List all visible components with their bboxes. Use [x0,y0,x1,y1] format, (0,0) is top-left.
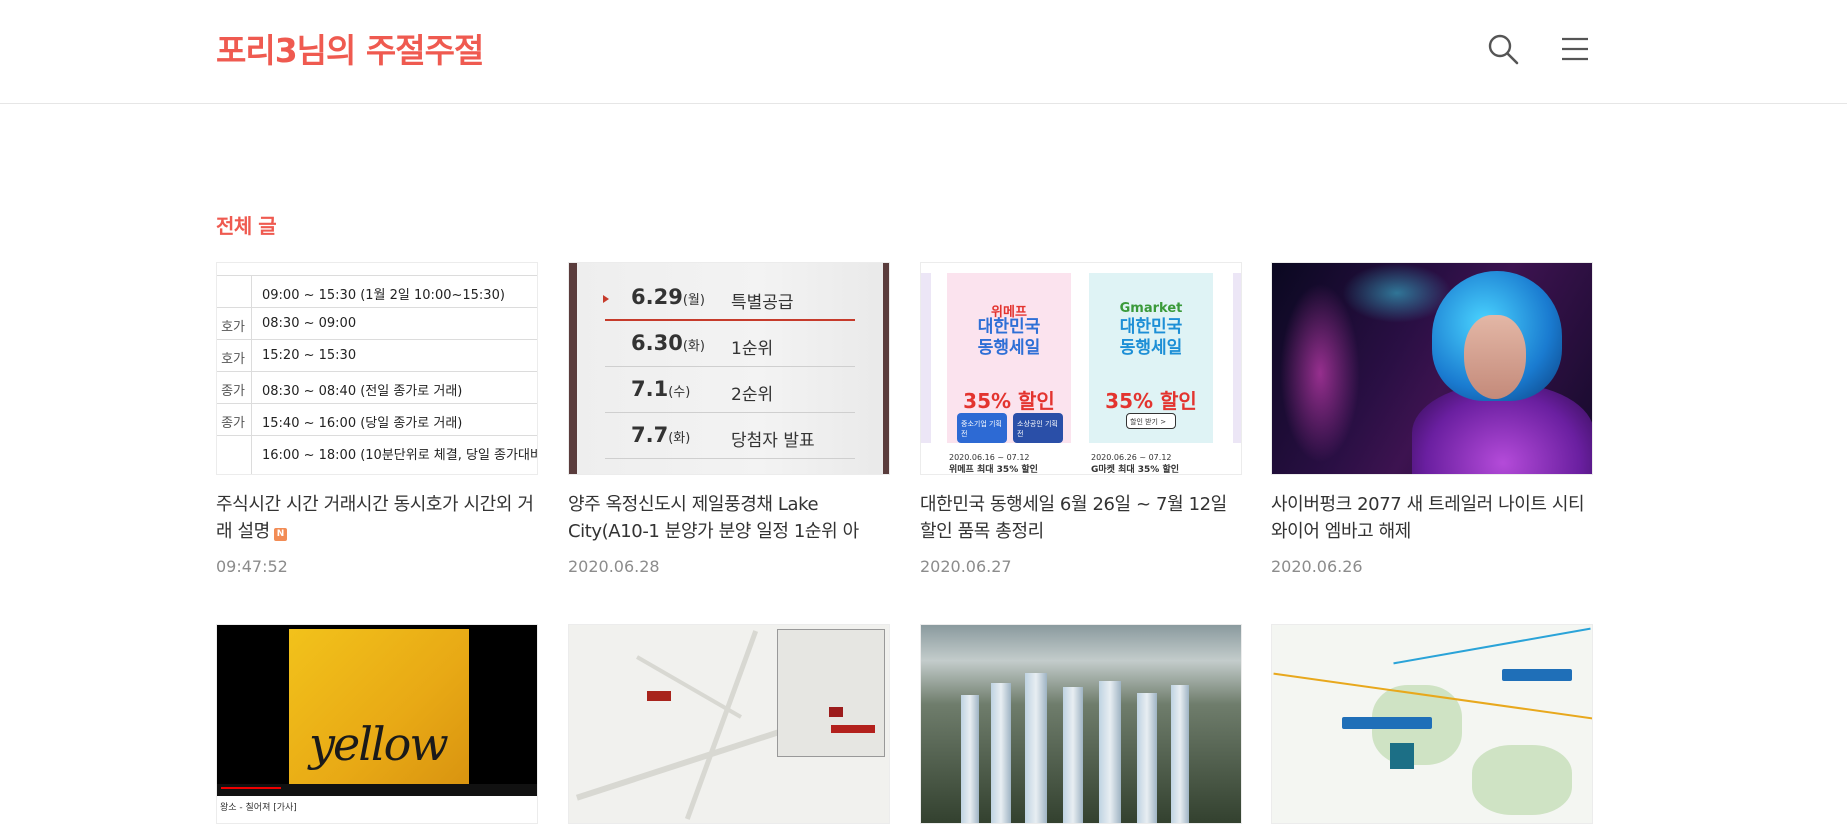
post-thumbnail[interactable]: 6.29(월) 특별공급 6.30(화) 1순위 7.1(수) 2순위 7.7(화) 당… [568,262,890,475]
post-card[interactable]: 6.29(월) 특별공급 6.30(화) 1순위 7.1(수) 2순위 7.7(화) 당… [568,262,890,576]
building [1025,673,1047,823]
table-row: 16:00 ~ 18:00 (10분단위로 체결, 당일 종가대비 [217,435,537,467]
site-logo[interactable]: 포리3님의 주절주절 [216,26,484,76]
post-title[interactable]: 주식시간 시간 거래시간 동시호가 시간외 거래 설명 N [216,491,538,545]
section-title: 전체 글 [216,214,277,238]
post-card[interactable]: 사이버펑크 2077 새 트레일러 나이트 시티 와이어 엠바고 해제 2020… [1271,262,1593,576]
poster-wemakeprice: 위메프 대한민국 동행세일 35% 할인 중소기업 기획전 소상공인 기획전 20… [947,273,1071,474]
table-row: 종가 08:30 ~ 08:40 (전일 종가로 거래) [217,371,537,403]
hamburger-menu-icon[interactable] [1558,32,1592,66]
post-thumbnail[interactable]: 위메프 대한민국 동행세일 35% 할인 중소기업 기획전 소상공인 기획전 20… [920,262,1242,475]
map-marker [647,691,671,701]
post-title[interactable]: 대한민국 동행세일 6월 26일 ~ 7월 12일 할인 품목 총정리 [920,491,1242,545]
post-card[interactable] [920,624,1242,824]
post-title[interactable]: 양주 옥정신도시 제일풍경채 Lake City(A10-1 분양가 분양 일정… [568,491,890,545]
post-thumbnail[interactable] [1271,624,1593,824]
table-row: 호가 08:30 ~ 09:00 [217,307,537,339]
site-header: 포리3님의 주절주절 [0,0,1847,104]
building [961,695,979,823]
table-row: 호가 15:20 ~ 15:30 [217,339,537,371]
table-row: 09:00 ~ 15:30 (1월 2일 10:00~15:30) [217,275,537,307]
poster-partial [921,273,931,443]
building [1063,687,1083,823]
post-card[interactable]: yellow 왕소 - 칠어져 [가사] [216,624,538,824]
table-row: 종가 15:40 ~ 16:00 (당일 종가로 거래) [217,403,537,435]
schedule-row: 7.1(수) 2순위 [605,367,855,413]
post-thumbnail[interactable] [568,624,890,824]
video-progress-bar [217,784,537,796]
poster-partial [1233,273,1241,443]
map-road [636,655,742,719]
schedule-row: 6.30(화) 1순위 [605,321,855,367]
new-badge: N [273,528,287,541]
post-card[interactable] [568,624,890,824]
building [1137,693,1157,823]
building [1099,681,1121,823]
poster-gmarket: Gmarket 대한민국 동행세일 35% 할인 할인 받기 > 2020.06.… [1089,273,1213,474]
album-title: yellow [309,717,449,771]
post-card[interactable]: 09:00 ~ 15:30 (1월 2일 10:00~15:30) 호가 08:3… [216,262,538,576]
map-label [1342,717,1432,729]
post-title[interactable]: 사이버펑크 2077 새 트레일러 나이트 시티 와이어 엠바고 해제 [1271,491,1593,545]
post-thumbnail[interactable]: 09:00 ~ 15:30 (1월 2일 10:00~15:30) 호가 08:3… [216,262,538,475]
video-caption: 왕소 - 칠어져 [가사] [217,796,537,823]
post-date: 2020.06.27 [920,557,1012,576]
map-inset [777,629,885,757]
thumb-border [883,263,889,474]
map-label [831,725,875,733]
map-park [1472,745,1572,815]
post-thumbnail[interactable] [920,624,1242,824]
search-icon[interactable] [1486,32,1520,66]
post-card[interactable] [1271,624,1593,824]
map-site-marker [1390,743,1414,769]
map-road [684,630,759,820]
character-face [1464,315,1526,399]
post-thumbnail[interactable]: yellow 왕소 - 칠어져 [가사] [216,624,538,824]
map-marker [829,707,843,717]
schedule-row: 7.7(화) 당첨자 발표 [605,413,855,459]
post-date: 09:47:52 [216,557,288,576]
schedule-row: 6.29(월) 특별공급 [605,275,855,321]
building [991,683,1011,823]
map-label [1502,669,1572,681]
thumb-border [569,263,577,474]
post-date: 2020.06.28 [568,557,660,576]
map-subway-line [1393,627,1591,665]
post-card[interactable]: 위메프 대한민국 동행세일 35% 할인 중소기업 기획전 소상공인 기획전 20… [920,262,1242,576]
building [1171,685,1189,823]
post-thumbnail[interactable] [1271,262,1593,475]
post-date: 2020.06.26 [1271,557,1363,576]
